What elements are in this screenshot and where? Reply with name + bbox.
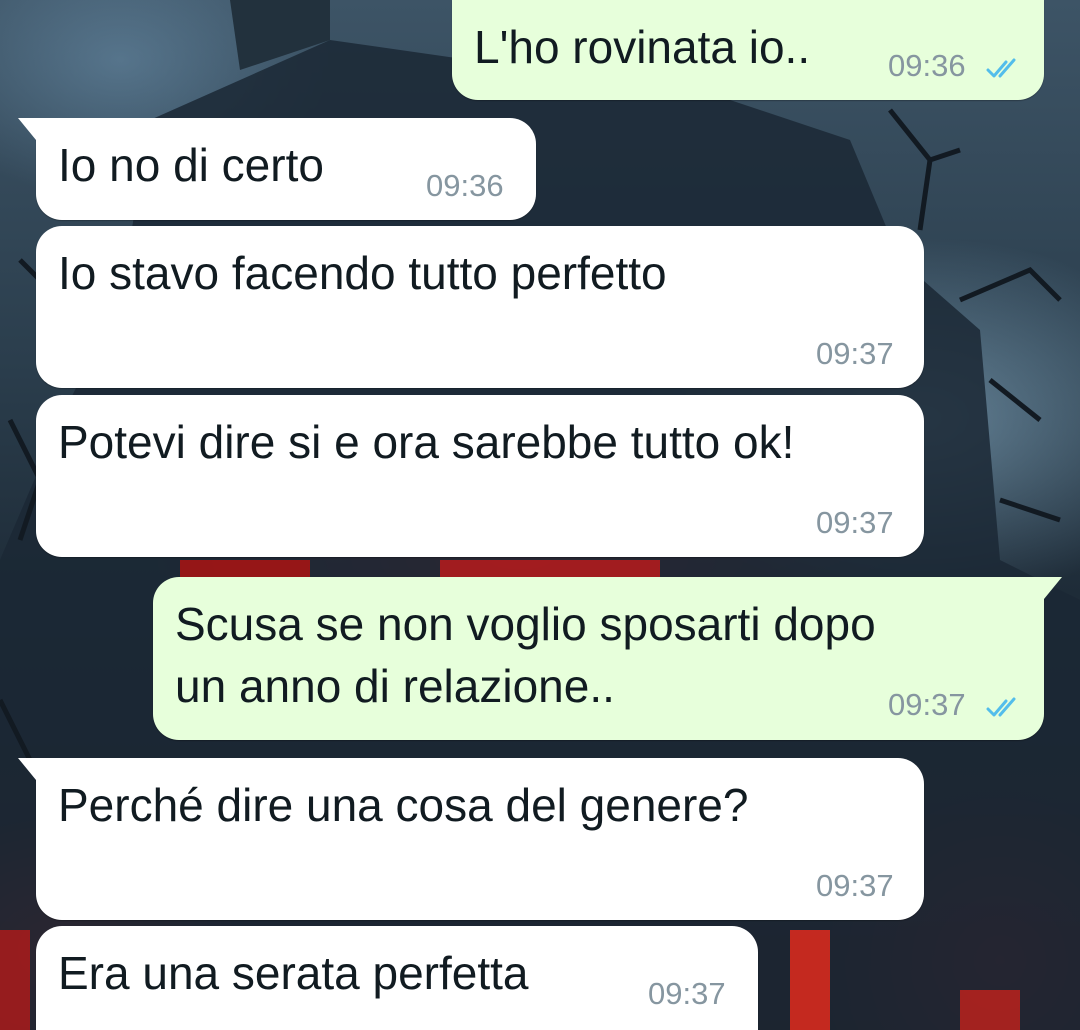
message-bubble-incoming[interactable]: Io no di certo 09:36 bbox=[18, 118, 536, 220]
bubble-tail bbox=[18, 758, 36, 780]
double-check-icon bbox=[986, 697, 1016, 717]
message-bubble-incoming[interactable]: Era una serata perfetta 09:37 bbox=[36, 926, 758, 1030]
message-text-line: Scusa se non voglio sposarti dopo bbox=[175, 598, 876, 650]
message-timestamp: 09:37 bbox=[648, 976, 726, 1011]
message-bubble-outgoing[interactable]: L'ho rovinata io.. 09:36 bbox=[452, 0, 1044, 100]
message-timestamp: 09:37 bbox=[816, 868, 894, 903]
message-text: Io stavo facendo tutto perfetto bbox=[58, 247, 667, 299]
message-bubble-incoming[interactable]: Io stavo facendo tutto perfetto 09:37 bbox=[36, 226, 924, 388]
bubble-tail bbox=[1044, 577, 1062, 599]
message-text: Era una serata perfetta bbox=[58, 947, 529, 999]
message-text-line: un anno di relazione.. bbox=[175, 660, 615, 712]
message-text: Potevi dire si e ora sarebbe tutto ok! bbox=[58, 416, 795, 468]
bubble-tail bbox=[18, 118, 36, 140]
message-timestamp: 09:36 bbox=[426, 168, 504, 203]
message-text: Io no di certo bbox=[58, 139, 324, 191]
message-bubble-outgoing[interactable]: Scusa se non voglio sposarti dopo un ann… bbox=[153, 577, 1062, 740]
message-timestamp: 09:37 bbox=[816, 336, 894, 371]
message-bubble-incoming[interactable]: Perché dire una cosa del genere? 09:37 bbox=[18, 758, 924, 920]
message-text: Perché dire una cosa del genere? bbox=[58, 779, 749, 831]
message-timestamp: 09:37 bbox=[816, 505, 894, 540]
message-timestamp: 09:37 bbox=[888, 687, 966, 722]
double-check-icon bbox=[986, 58, 1016, 78]
message-list[interactable]: L'ho rovinata io.. 09:36 Io no di certo … bbox=[0, 0, 1080, 1030]
message-timestamp: 09:36 bbox=[888, 48, 966, 83]
message-text: L'ho rovinata io.. bbox=[474, 21, 811, 73]
message-bubble-incoming[interactable]: Potevi dire si e ora sarebbe tutto ok! 0… bbox=[36, 395, 924, 557]
